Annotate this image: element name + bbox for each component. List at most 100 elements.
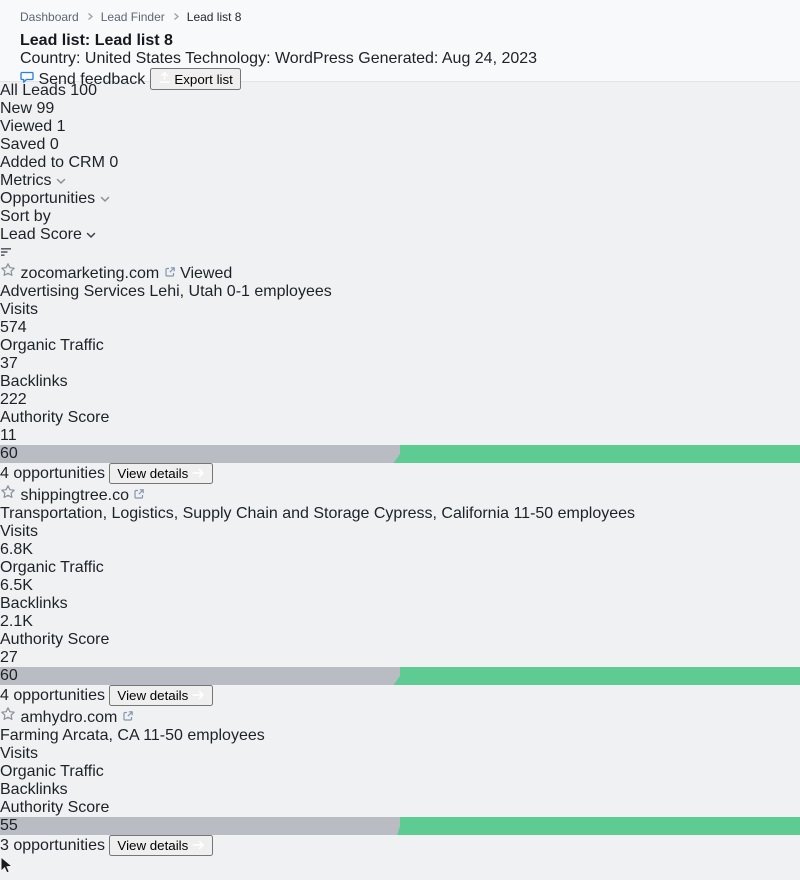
tab-viewed[interactable]: Viewed 1 [0,118,800,136]
star-icon[interactable] [0,709,16,726]
lead-card-header: amhydro.com Farming Arcata, CA 11-50 emp… [0,706,800,745]
lead-finder-page: { "breadcrumb": { "items": ["Dashboard",… [0,0,800,453]
metric-value: 11 [0,427,800,445]
lead-card-header: zocomarketing.com Viewed Advertising Ser… [0,262,800,301]
metric-organic-traffic: Organic Traffic 6.5K [0,559,800,595]
lead-metrics-row: Visits 6.8K Organic Traffic 6.5K Backlin… [0,523,800,667]
page-header: Dashboard Lead Finder Lead list 8 Lead l… [0,0,800,82]
page-title-label: Lead list: [20,32,90,49]
chevron-down-icon [86,226,96,243]
lead-meta: Transportation, Logistics, Supply Chain … [0,505,800,523]
lead-score-gauge: 60 [0,445,800,463]
star-icon[interactable] [0,487,16,504]
star-icon[interactable] [0,265,16,282]
metric-label: Backlinks [0,595,800,613]
metric-label: Visits [0,523,800,541]
lead-industry: Advertising Services [0,283,145,300]
breadcrumb-lead-finder[interactable]: Lead Finder [101,10,165,24]
tab-label: New [0,100,32,117]
external-link-icon[interactable] [164,265,176,282]
header-actions: Send feedback Export list [20,68,784,90]
metric-authority-score: Authority Score [0,799,800,817]
sort-direction-button[interactable] [0,244,800,262]
lead-domain-link[interactable]: zocomarketing.com [20,265,159,282]
metric-label: Organic Traffic [0,559,800,577]
opportunities-link[interactable]: 3 opportunities [0,837,105,854]
breadcrumb: Dashboard Lead Finder Lead list 8 [20,10,784,24]
metric-organic-traffic: Organic Traffic 37 [0,337,800,373]
lead-location: Arcata, CA [62,727,138,744]
view-details-button[interactable]: View details [109,835,213,856]
opportunities-filter-label: Opportunities [0,190,95,207]
lead-score-gauge: 55 [0,817,800,835]
external-link-icon[interactable] [133,487,145,504]
metric-backlinks: Backlinks 222 [0,373,800,409]
external-link-icon[interactable] [122,709,134,726]
chevron-right-icon [172,10,180,24]
metric-value: 27 [0,649,800,667]
lead-location: Cypress, California [374,505,509,522]
breadcrumb-lead-list-8: Lead list 8 [187,10,242,24]
tab-count: 1 [57,118,66,135]
metrics-filter-button[interactable]: Metrics [0,172,800,190]
tab-count: 99 [36,100,54,117]
lead-industry: Farming [0,727,59,744]
metric-label: Visits [0,745,800,763]
view-details-button[interactable]: View details [109,463,213,484]
lead-card-main: amhydro.com Farming Arcata, CA 11-50 emp… [0,706,800,817]
lead-metrics-row: Visits Organic Traffic Backlinks Authori… [0,745,800,817]
metric-label: Organic Traffic [0,763,800,781]
lead-card-amhydro: amhydro.com Farming Arcata, CA 11-50 emp… [0,706,800,856]
metric-backlinks: Backlinks 2.1K [0,595,800,631]
metric-authority-score: Authority Score 27 [0,631,800,667]
tab-added-to-crm[interactable]: Added to CRM 0 [0,154,800,172]
lead-card-zocomarketing: zocomarketing.com Viewed Advertising Ser… [0,262,800,484]
tab-label: Viewed [0,118,52,135]
export-list-button[interactable]: Export list [150,68,241,90]
sort-selected-value: Lead Score [0,226,82,243]
chevron-down-icon [56,172,66,189]
view-details-label: View details [117,466,188,481]
tab-count: 0 [50,136,59,153]
metric-backlinks: Backlinks [0,781,800,799]
filter-technology: Technology: WordPress [185,50,354,67]
lead-score-panel: 60 4 opportunities View details [0,445,800,484]
metric-value: 6.8K [0,541,800,559]
lead-score-value: 60 [0,445,800,463]
metric-label: Backlinks [0,373,800,391]
arrow-right-icon [192,688,205,703]
page-title-value: Lead list 8 [95,32,173,49]
metrics-filter-label: Metrics [0,172,52,189]
lead-card-shippingtree: shippingtree.co Transportation, Logistic… [0,484,800,706]
opportunities-link[interactable]: 4 opportunities [0,687,105,704]
lead-domain-link[interactable]: shippingtree.co [20,487,129,504]
breadcrumb-dashboard[interactable]: Dashboard [20,10,79,24]
lead-score-value: 60 [0,667,800,685]
sort-descending-icon [0,244,12,261]
metric-value: 2.1K [0,613,800,631]
metric-value: 222 [0,391,800,409]
sort-by-label: Sort by [0,208,51,225]
opportunities-link[interactable]: 4 opportunities [0,465,105,482]
export-list-label: Export list [174,72,233,87]
arrow-right-icon [192,838,205,853]
lead-list: zocomarketing.com Viewed Advertising Ser… [0,262,800,856]
lead-meta: Farming Arcata, CA 11-50 employees [0,727,800,745]
list-filters: Country: United States Technology: WordP… [20,50,784,68]
upload-icon [158,72,171,87]
tab-saved[interactable]: Saved 0 [0,136,800,154]
lead-metrics-row: Visits 574 Organic Traffic 37 Backlinks … [0,301,800,445]
send-feedback-link[interactable]: Send feedback [20,71,150,88]
sort-select[interactable]: Lead Score [0,226,800,244]
view-details-button[interactable]: View details [109,685,213,706]
tab-label: Added to CRM [0,154,105,171]
tab-label: Saved [0,136,45,153]
tab-new[interactable]: New 99 [0,100,800,118]
lead-score-gauge: 60 [0,667,800,685]
arrow-right-icon [192,466,205,481]
metric-label: Authority Score [0,799,800,817]
view-details-label: View details [117,688,188,703]
lead-domain-link[interactable]: amhydro.com [20,709,117,726]
opportunities-filter-button[interactable]: Opportunities [0,190,800,208]
feedback-bubble-icon [20,71,34,88]
